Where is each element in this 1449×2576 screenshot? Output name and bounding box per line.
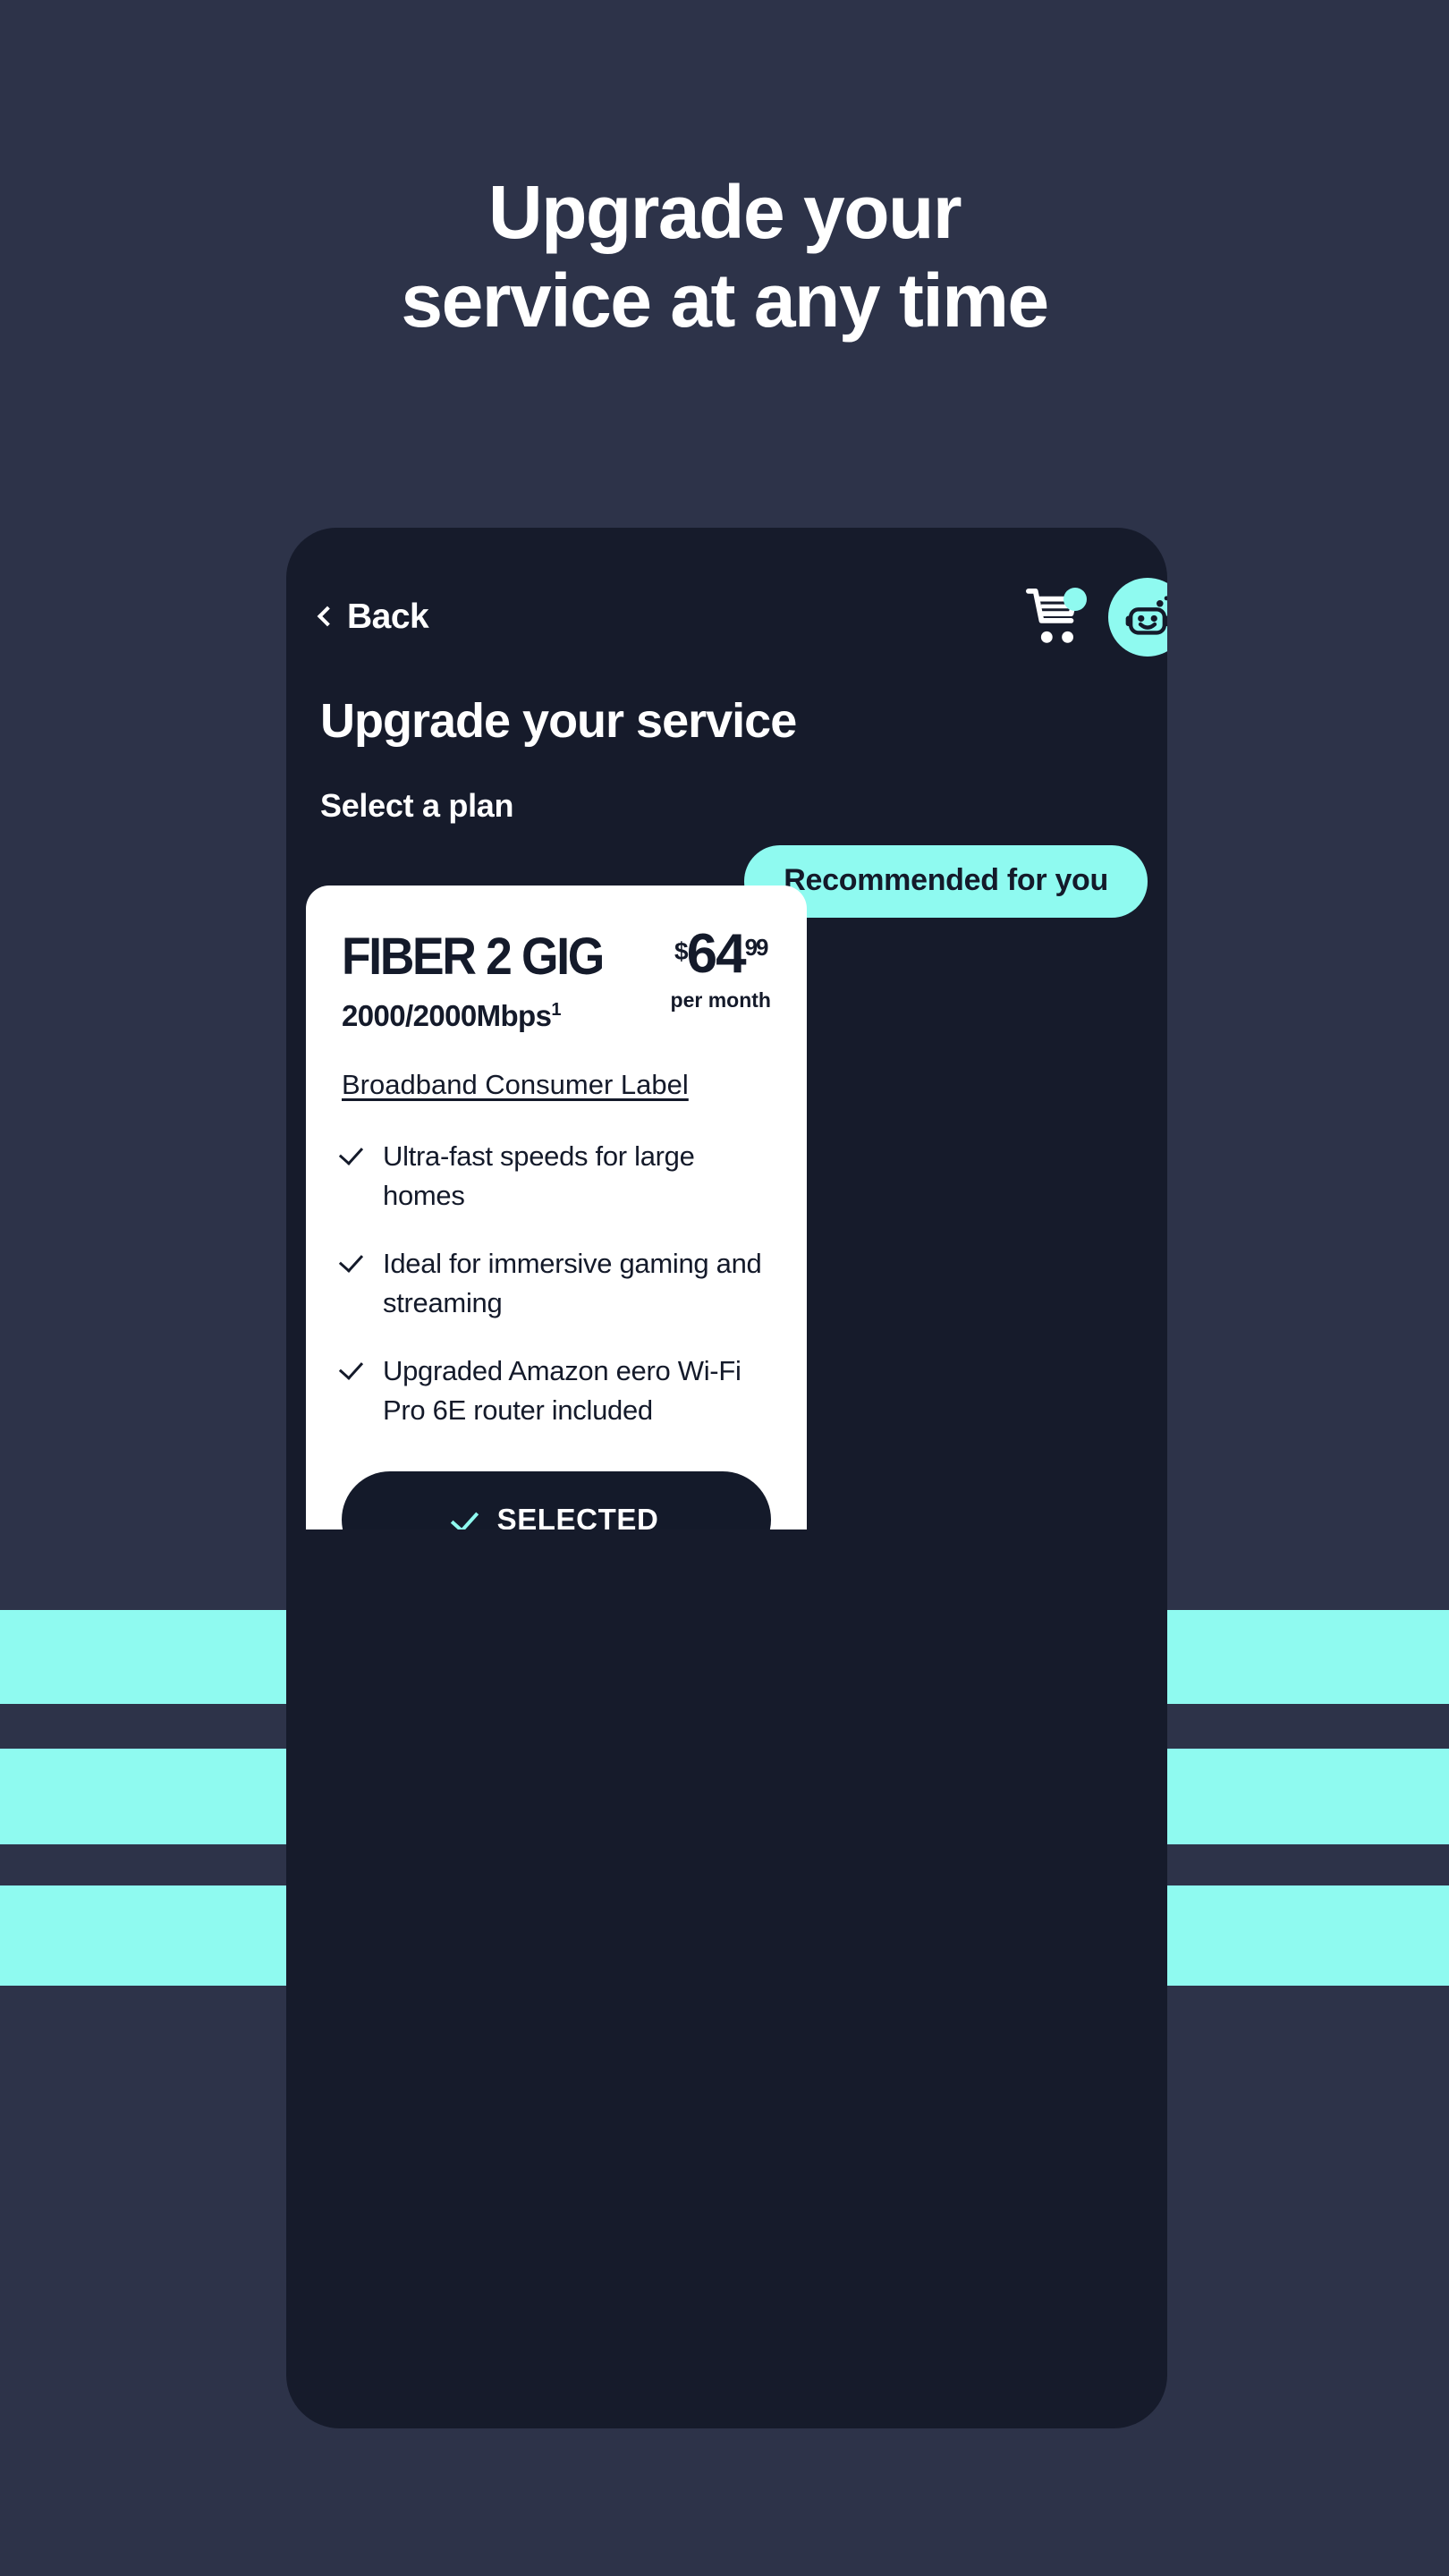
- price-period: per month: [670, 987, 771, 1012]
- plan-price: $ 64 99 per month: [671, 927, 771, 1013]
- plan-header: FIBER 2 GIG 2000/2000Mbps1 $ 64 99 per m…: [342, 927, 771, 1033]
- page-title: Upgrade your service: [320, 694, 797, 748]
- chevron-left-icon: [317, 606, 338, 627]
- plan-select-button-label: SELECTED: [496, 1503, 659, 1530]
- hero-line-2: service at any time: [401, 258, 1049, 343]
- check-icon: [342, 1250, 363, 1271]
- cart-button[interactable]: [1026, 586, 1087, 648]
- top-bar-actions: [1026, 578, 1167, 657]
- back-button-label: Back: [347, 597, 429, 636]
- plan-speed-value: 2000/2000Mbps: [342, 999, 552, 1032]
- hero-line-1: Upgrade your: [487, 170, 962, 254]
- plan-feature-item: Ideal for immersive gaming and streaming: [342, 1244, 771, 1323]
- cart-badge-dot: [1063, 588, 1087, 611]
- plan-feature-text: Ideal for immersive gaming and streaming: [383, 1248, 762, 1319]
- plan-speed: 2000/2000Mbps1: [342, 999, 625, 1033]
- back-button[interactable]: Back: [317, 597, 429, 637]
- page-subtitle: Select a plan: [320, 787, 514, 824]
- plan-speed-footnote: 1: [551, 1000, 561, 1020]
- plan-card-fiber-2-gig[interactable]: FIBER 2 GIG 2000/2000Mbps1 $ 64 99 per m…: [306, 886, 807, 1530]
- hero-headline: Upgrade your service at any time: [0, 168, 1449, 345]
- check-icon: [342, 1142, 363, 1164]
- plan-features: Ultra-fast speeds for large homes Ideal …: [342, 1137, 771, 1430]
- broadband-consumer-label-link[interactable]: Broadband Consumer Label: [342, 1069, 689, 1101]
- app-top-bar: Back: [286, 578, 1167, 657]
- plan-feature-text: Ultra-fast speeds for large homes: [383, 1140, 695, 1212]
- check-icon: [342, 1357, 363, 1378]
- assistant-button[interactable]: [1108, 578, 1167, 657]
- price-cents: 99: [744, 934, 769, 961]
- phone-screen-upper: Back Upgrade your service Select a plan …: [286, 528, 1167, 1530]
- plan-name: FIBER 2 GIG: [342, 928, 605, 986]
- plan-feature-item: Upgraded Amazon eero Wi-Fi Pro 6E router…: [342, 1352, 771, 1430]
- check-icon: [454, 1508, 478, 1530]
- price-amount: 64: [686, 923, 747, 985]
- robot-assistant-icon: [1125, 596, 1167, 635]
- plan-feature-text: Upgraded Amazon eero Wi-Fi Pro 6E router…: [383, 1355, 741, 1427]
- price-currency: $: [674, 937, 689, 965]
- phone-screen-lower: FIBER 2 GIG $64.99/mo CHECKOUT Home $ Bi…: [286, 1530, 1167, 2428]
- plan-feature-item: Ultra-fast speeds for large homes: [342, 1137, 771, 1216]
- plan-select-button[interactable]: SELECTED: [342, 1471, 771, 1530]
